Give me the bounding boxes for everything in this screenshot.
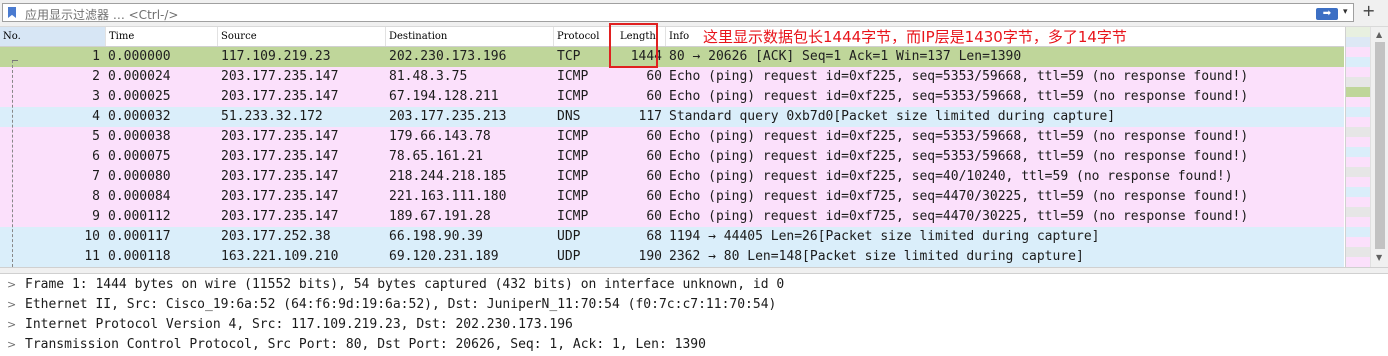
detail-tree-label: Internet Protocol Version 4, Src: 117.10… [25,317,573,332]
minimap-stripe [1346,97,1370,107]
display-filter-toolbar: 应用显示过滤器 … <Ctrl-/> ➡ ▾ + [0,0,1388,27]
packet-row[interactable]: 1 0.000000 117.109.219.23 202.230.173.196 TC… [0,47,1344,67]
packet-length: 117 [638,109,662,124]
packet-row[interactable]: 8 0.000084 203.177.235.147 221.163.111.180 I… [0,187,1344,207]
column-header-protocol[interactable]: Protocol [554,27,610,46]
packet-info: Echo (ping) request id=0xf225, seq=5353/… [669,69,1249,84]
minimap-stripe [1346,147,1370,157]
minimap-stripe [1346,37,1370,47]
expand-arrow-icon[interactable]: > [7,315,16,335]
minimap-stripe [1346,137,1370,147]
packet-row[interactable]: 10 0.000117 203.177.252.38 66.198.90.39 UDP 6… [0,227,1344,247]
apply-filter-button[interactable]: ➡ [1316,8,1338,20]
conversation-tree-start [12,60,18,62]
expand-arrow-icon[interactable]: > [7,335,16,355]
packet-length: 60 [646,169,662,184]
packet-length: 60 [646,209,662,224]
packet-info: Echo (ping) request id=0xf725, seq=4470/… [669,209,1249,224]
filter-history-dropdown-icon[interactable]: ▾ [1343,7,1348,17]
minimap-stripe [1346,47,1370,57]
detail-tree-label: Frame 1: 1444 bytes on wire (11552 bits)… [25,277,785,292]
column-header-source[interactable]: Source [218,27,386,46]
packet-info: Echo (ping) request id=0xf225, seq=40/10… [669,169,1233,184]
packet-info: Echo (ping) request id=0xf225, seq=5353/… [669,89,1249,104]
detail-tree-label: Ethernet II, Src: Cisco_19:6a:52 (64:f6:… [25,297,777,312]
minimap-stripe [1346,247,1370,257]
minimap-stripe [1346,117,1370,127]
packet-length: 60 [646,89,662,104]
column-header-no[interactable]: No. [0,27,106,46]
packet-row[interactable]: 9 0.000112 203.177.235.147 189.67.191.28 ICM… [0,207,1344,227]
packet-details-pane[interactable]: > Frame 1: 1444 bytes on wire (11552 bits… [0,274,1388,356]
packet-length: 1444 [630,49,662,64]
minimap-stripe [1346,217,1370,227]
detail-tree-label: Transmission Control Protocol, Src Port:… [25,337,706,352]
filter-placeholder: 应用显示过滤器 … <Ctrl-/> [25,8,179,22]
column-header-time[interactable]: Time [106,27,218,46]
packet-info: 2362 → 80 Len=148[Packet size limited du… [669,249,1084,264]
packet-row[interactable]: 3 0.000025 203.177.235.147 67.194.128.211 IC… [0,87,1344,107]
minimap-stripe [1346,257,1370,267]
expand-arrow-icon[interactable]: > [7,275,16,295]
minimap-stripe [1346,207,1370,217]
packet-info: 80 → 20626 [ACK] Seq=1 Ack=1 Win=137 Len… [669,49,1022,64]
packet-info: Standard query 0xb7d0[Packet size limite… [669,109,1116,124]
minimap-stripe [1346,127,1370,137]
packet-length: 60 [646,149,662,164]
annotation-text: 这里显示数据包长1444字节，而IP层是1430字节，多了14字节 [703,28,1127,46]
scroll-down-arrow-icon[interactable]: ▼ [1376,253,1382,262]
detail-tree-item[interactable]: > Frame 1: 1444 bytes on wire (11552 bits… [0,275,1388,295]
detail-tree-item[interactable]: > Ethernet II, Src: Cisco_19:6a:52 (64:f6… [0,295,1388,315]
expand-arrow-icon[interactable]: > [7,295,16,315]
minimap-stripe [1346,27,1370,37]
minimap-stripe [1346,237,1370,247]
minimap-stripe [1346,107,1370,117]
minimap-stripe [1346,57,1370,67]
bookmark-icon[interactable] [8,7,16,18]
packet-row[interactable]: 2 0.000024 203.177.235.147 81.48.3.75 ICMP 60… [0,67,1344,87]
packet-length: 60 [646,189,662,204]
minimap-stripe [1346,167,1370,177]
conversation-tree-line [12,60,14,267]
minimap-stripe [1346,177,1370,187]
packet-row[interactable]: 11 0.000118 163.221.109.210 69.120.231.189 U… [0,247,1344,267]
display-filter-input[interactable]: 应用显示过滤器 … <Ctrl-/> ➡ ▾ [2,3,1354,22]
minimap-stripe [1346,87,1370,97]
packet-info: Echo (ping) request id=0xf725, seq=4470/… [669,189,1249,204]
minimap-stripe [1346,67,1370,77]
packet-list[interactable]: No. Time Source Destination Protocol Len… [0,27,1388,267]
minimap-stripe [1346,227,1370,237]
packet-list-header: No. Time Source Destination Protocol Len… [0,27,1344,47]
detail-tree-item[interactable]: > Internet Protocol Version 4, Src: 117.1… [0,315,1388,335]
minimap-stripe [1346,197,1370,207]
minimap-stripe [1346,157,1370,167]
packet-length: 190 [638,249,662,264]
packet-row[interactable]: 7 0.000080 203.177.235.147 218.244.218.185 I… [0,167,1344,187]
minimap-stripe [1346,77,1370,87]
packet-list-scrollbar[interactable]: ▲ ▼ [1370,27,1388,267]
scroll-thumb[interactable] [1375,42,1385,249]
detail-tree-item[interactable]: > Transmission Control Protocol, Src Port… [0,335,1388,355]
add-filter-button[interactable]: + [1362,2,1375,20]
packet-row[interactable]: 6 0.000075 203.177.235.147 78.65.161.21 ICMP… [0,147,1344,167]
packet-length: 60 [646,129,662,144]
packet-info: Echo (ping) request id=0xf225, seq=5353/… [669,129,1249,144]
minimap-stripe [1346,187,1370,197]
packet-info: 1194 → 44405 Len=26[Packet size limited … [669,229,1100,244]
packet-length: 60 [646,69,662,84]
packet-info: Echo (ping) request id=0xf225, seq=5353/… [669,149,1249,164]
scroll-up-arrow-icon[interactable]: ▲ [1376,30,1382,39]
pane-splitter[interactable] [0,267,1388,274]
packet-list-minimap[interactable] [1345,27,1370,267]
length-highlight-box [609,23,658,68]
column-header-destination[interactable]: Destination [386,27,554,46]
packet-length: 68 [646,229,662,244]
packet-row[interactable]: 4 0.000032 51.233.32.172 203.177.235.213 DNS… [0,107,1344,127]
packet-row[interactable]: 5 0.000038 203.177.235.147 179.66.143.78 ICM… [0,127,1344,147]
